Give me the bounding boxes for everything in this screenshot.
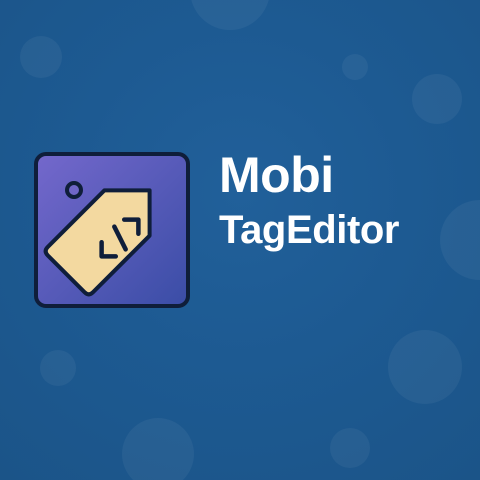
background-bubble xyxy=(412,74,462,124)
code-tag-icon xyxy=(34,152,190,308)
background-bubble xyxy=(190,0,270,30)
background-bubble xyxy=(122,418,194,480)
background-bubble xyxy=(388,330,462,404)
background-bubble xyxy=(342,54,368,80)
background-bubble xyxy=(330,428,370,468)
splash-screen: Mobi TagEditor xyxy=(0,0,480,480)
app-title-line1: Mobi xyxy=(219,147,334,203)
app-title: Mobi TagEditor xyxy=(219,150,399,250)
app-logo xyxy=(34,152,190,308)
background-bubble xyxy=(20,36,62,78)
background-bubble xyxy=(40,350,76,386)
background-bubble xyxy=(440,200,480,280)
app-title-line2: TagEditor xyxy=(219,208,400,252)
